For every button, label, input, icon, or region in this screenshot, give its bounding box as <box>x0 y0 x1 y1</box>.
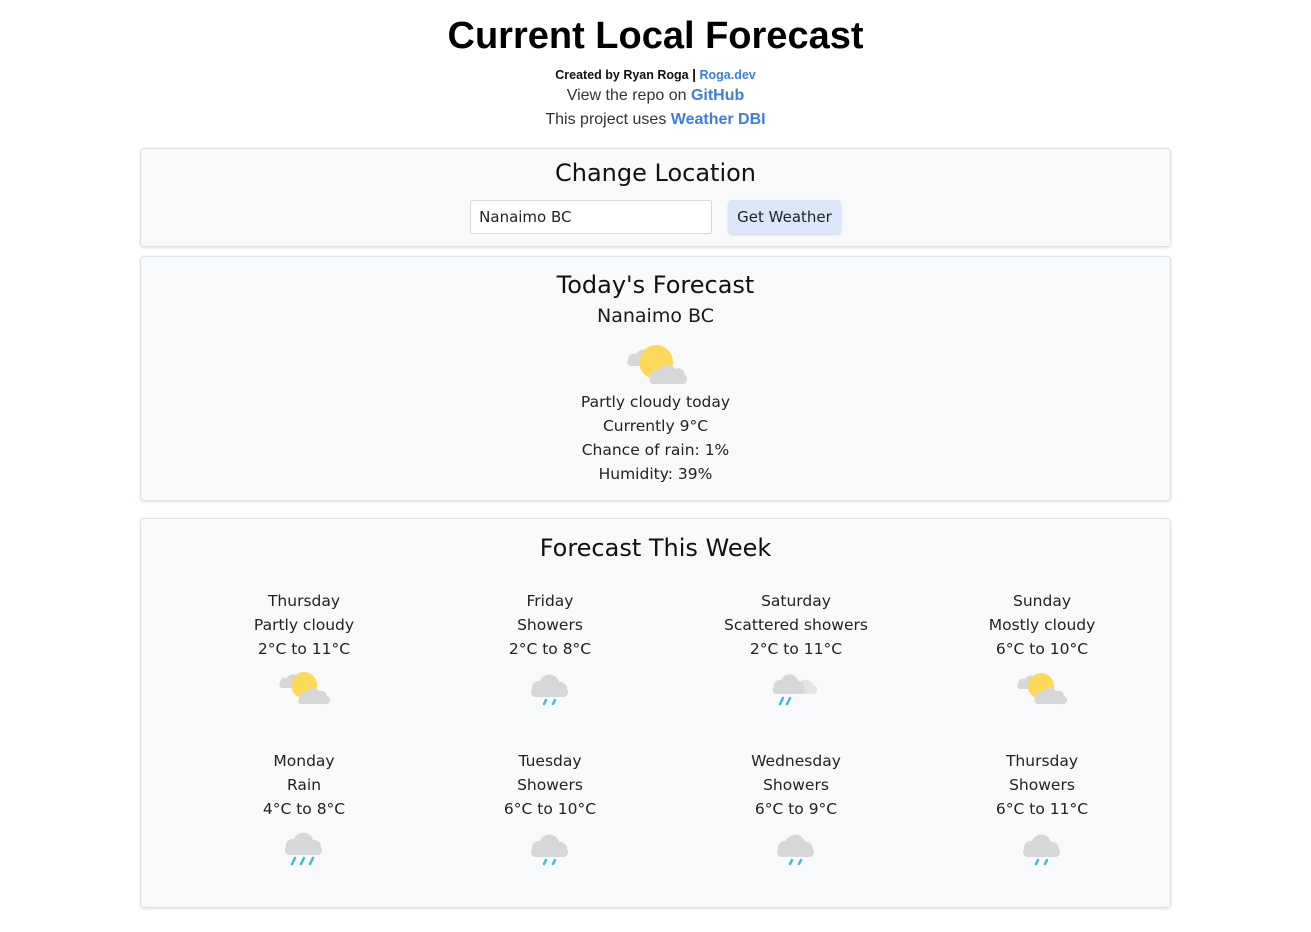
day-condition: Mostly cloudy <box>988 616 1096 634</box>
get-weather-button[interactable]: Get Weather <box>728 200 841 234</box>
day-card: Sunday Mostly cloudy 6°C to 10°C <box>919 589 1165 749</box>
day-temp-range: 6°C to 10°C <box>503 800 597 818</box>
day-condition: Showers <box>517 776 583 794</box>
change-location-heading: Change Location <box>554 159 757 187</box>
location-form: Get Weather <box>141 200 1170 234</box>
api-line: This project uses Weather DBI <box>0 108 1311 132</box>
day-condition: Scattered showers <box>724 616 868 634</box>
page: Current Local Forecast Created by Ryan R… <box>0 0 1311 908</box>
day-temp-range: 6°C to 9°C <box>754 800 838 818</box>
day-name: Tuesday <box>518 752 582 770</box>
day-card: Monday Rain 4°C to 8°C <box>181 749 427 909</box>
showers-icon <box>1022 834 1061 866</box>
day-card: Thursday Showers 6°C to 11°C <box>919 749 1165 909</box>
day-card: Wednesday Showers 6°C to 9°C <box>673 749 919 909</box>
day-temp-range: 6°C to 11°C <box>995 800 1089 818</box>
day-name: Sunday <box>1013 592 1071 610</box>
github-link[interactable]: GitHub <box>691 87 744 104</box>
weather-api-link[interactable]: Weather DBI <box>671 111 766 128</box>
mostly-cloudy-icon <box>1017 673 1068 705</box>
repo-text: View the repo on <box>566 87 687 104</box>
current-temp: Currently 9°C <box>602 417 709 435</box>
week-grid: Thursday Partly cloudy 2°C to 11°C Frida… <box>181 589 1165 909</box>
humidity: Humidity: 39% <box>598 465 713 483</box>
day-card: Friday Showers 2°C to 8°C <box>427 589 673 749</box>
day-temp-range: 2°C to 11°C <box>257 640 351 658</box>
day-condition: Showers <box>763 776 829 794</box>
city-name: Nanaimo BC <box>597 305 714 327</box>
day-temp-range: 2°C to 8°C <box>508 640 592 658</box>
day-name: Thursday <box>267 592 341 610</box>
rain-chance: Chance of rain: 1% <box>581 441 730 459</box>
day-card: Saturday Scattered showers 2°C to 11°C <box>673 589 919 749</box>
day-temp-range: 6°C to 10°C <box>995 640 1089 658</box>
day-condition: Showers <box>517 616 583 634</box>
showers-icon <box>530 834 569 866</box>
location-input[interactable] <box>470 200 713 234</box>
day-condition: Showers <box>1009 776 1075 794</box>
day-name: Saturday <box>761 592 831 610</box>
today-summary: Partly cloudy today <box>580 393 731 411</box>
week-forecast-card: Forecast This Week Thursday Partly cloud… <box>140 518 1171 908</box>
day-name: Monday <box>273 752 335 770</box>
day-name: Thursday <box>1005 752 1079 770</box>
showers-icon <box>530 674 569 706</box>
page-title: Current Local Forecast <box>447 15 864 57</box>
change-location-card: Change Location Get Weather <box>140 148 1171 247</box>
credit-text: Created by Ryan Roga <box>555 68 689 82</box>
rain-icon <box>284 832 323 866</box>
scattered-showers-icon <box>772 674 818 706</box>
partly-cloudy-icon <box>624 340 688 386</box>
week-forecast-heading: Forecast This Week <box>539 534 772 562</box>
todays-forecast-card: Today's Forecast Nanaimo BC Partly cloud… <box>140 256 1171 501</box>
day-temp-range: 4°C to 8°C <box>262 800 346 818</box>
day-name: Friday <box>526 592 574 610</box>
repo-line: View the repo on GitHub <box>0 84 1311 108</box>
day-temp-range: 2°C to 11°C <box>749 640 843 658</box>
day-card: Thursday Partly cloudy 2°C to 11°C <box>181 589 427 749</box>
showers-icon <box>776 834 815 866</box>
roga-dev-link[interactable]: Roga.dev <box>700 68 756 82</box>
header: Current Local Forecast Created by Ryan R… <box>0 0 1311 132</box>
day-card: Tuesday Showers 6°C to 10°C <box>427 749 673 909</box>
partly-cloudy-icon <box>279 672 330 705</box>
api-text: This project uses <box>545 111 667 128</box>
credit-separator: | <box>692 66 697 82</box>
todays-forecast-heading: Today's Forecast <box>556 271 755 299</box>
credit-line: Created by Ryan Roga | Roga.dev <box>0 65 1311 84</box>
day-name: Wednesday <box>751 752 841 770</box>
day-condition: Partly cloudy <box>253 616 355 634</box>
day-condition: Rain <box>286 776 322 794</box>
